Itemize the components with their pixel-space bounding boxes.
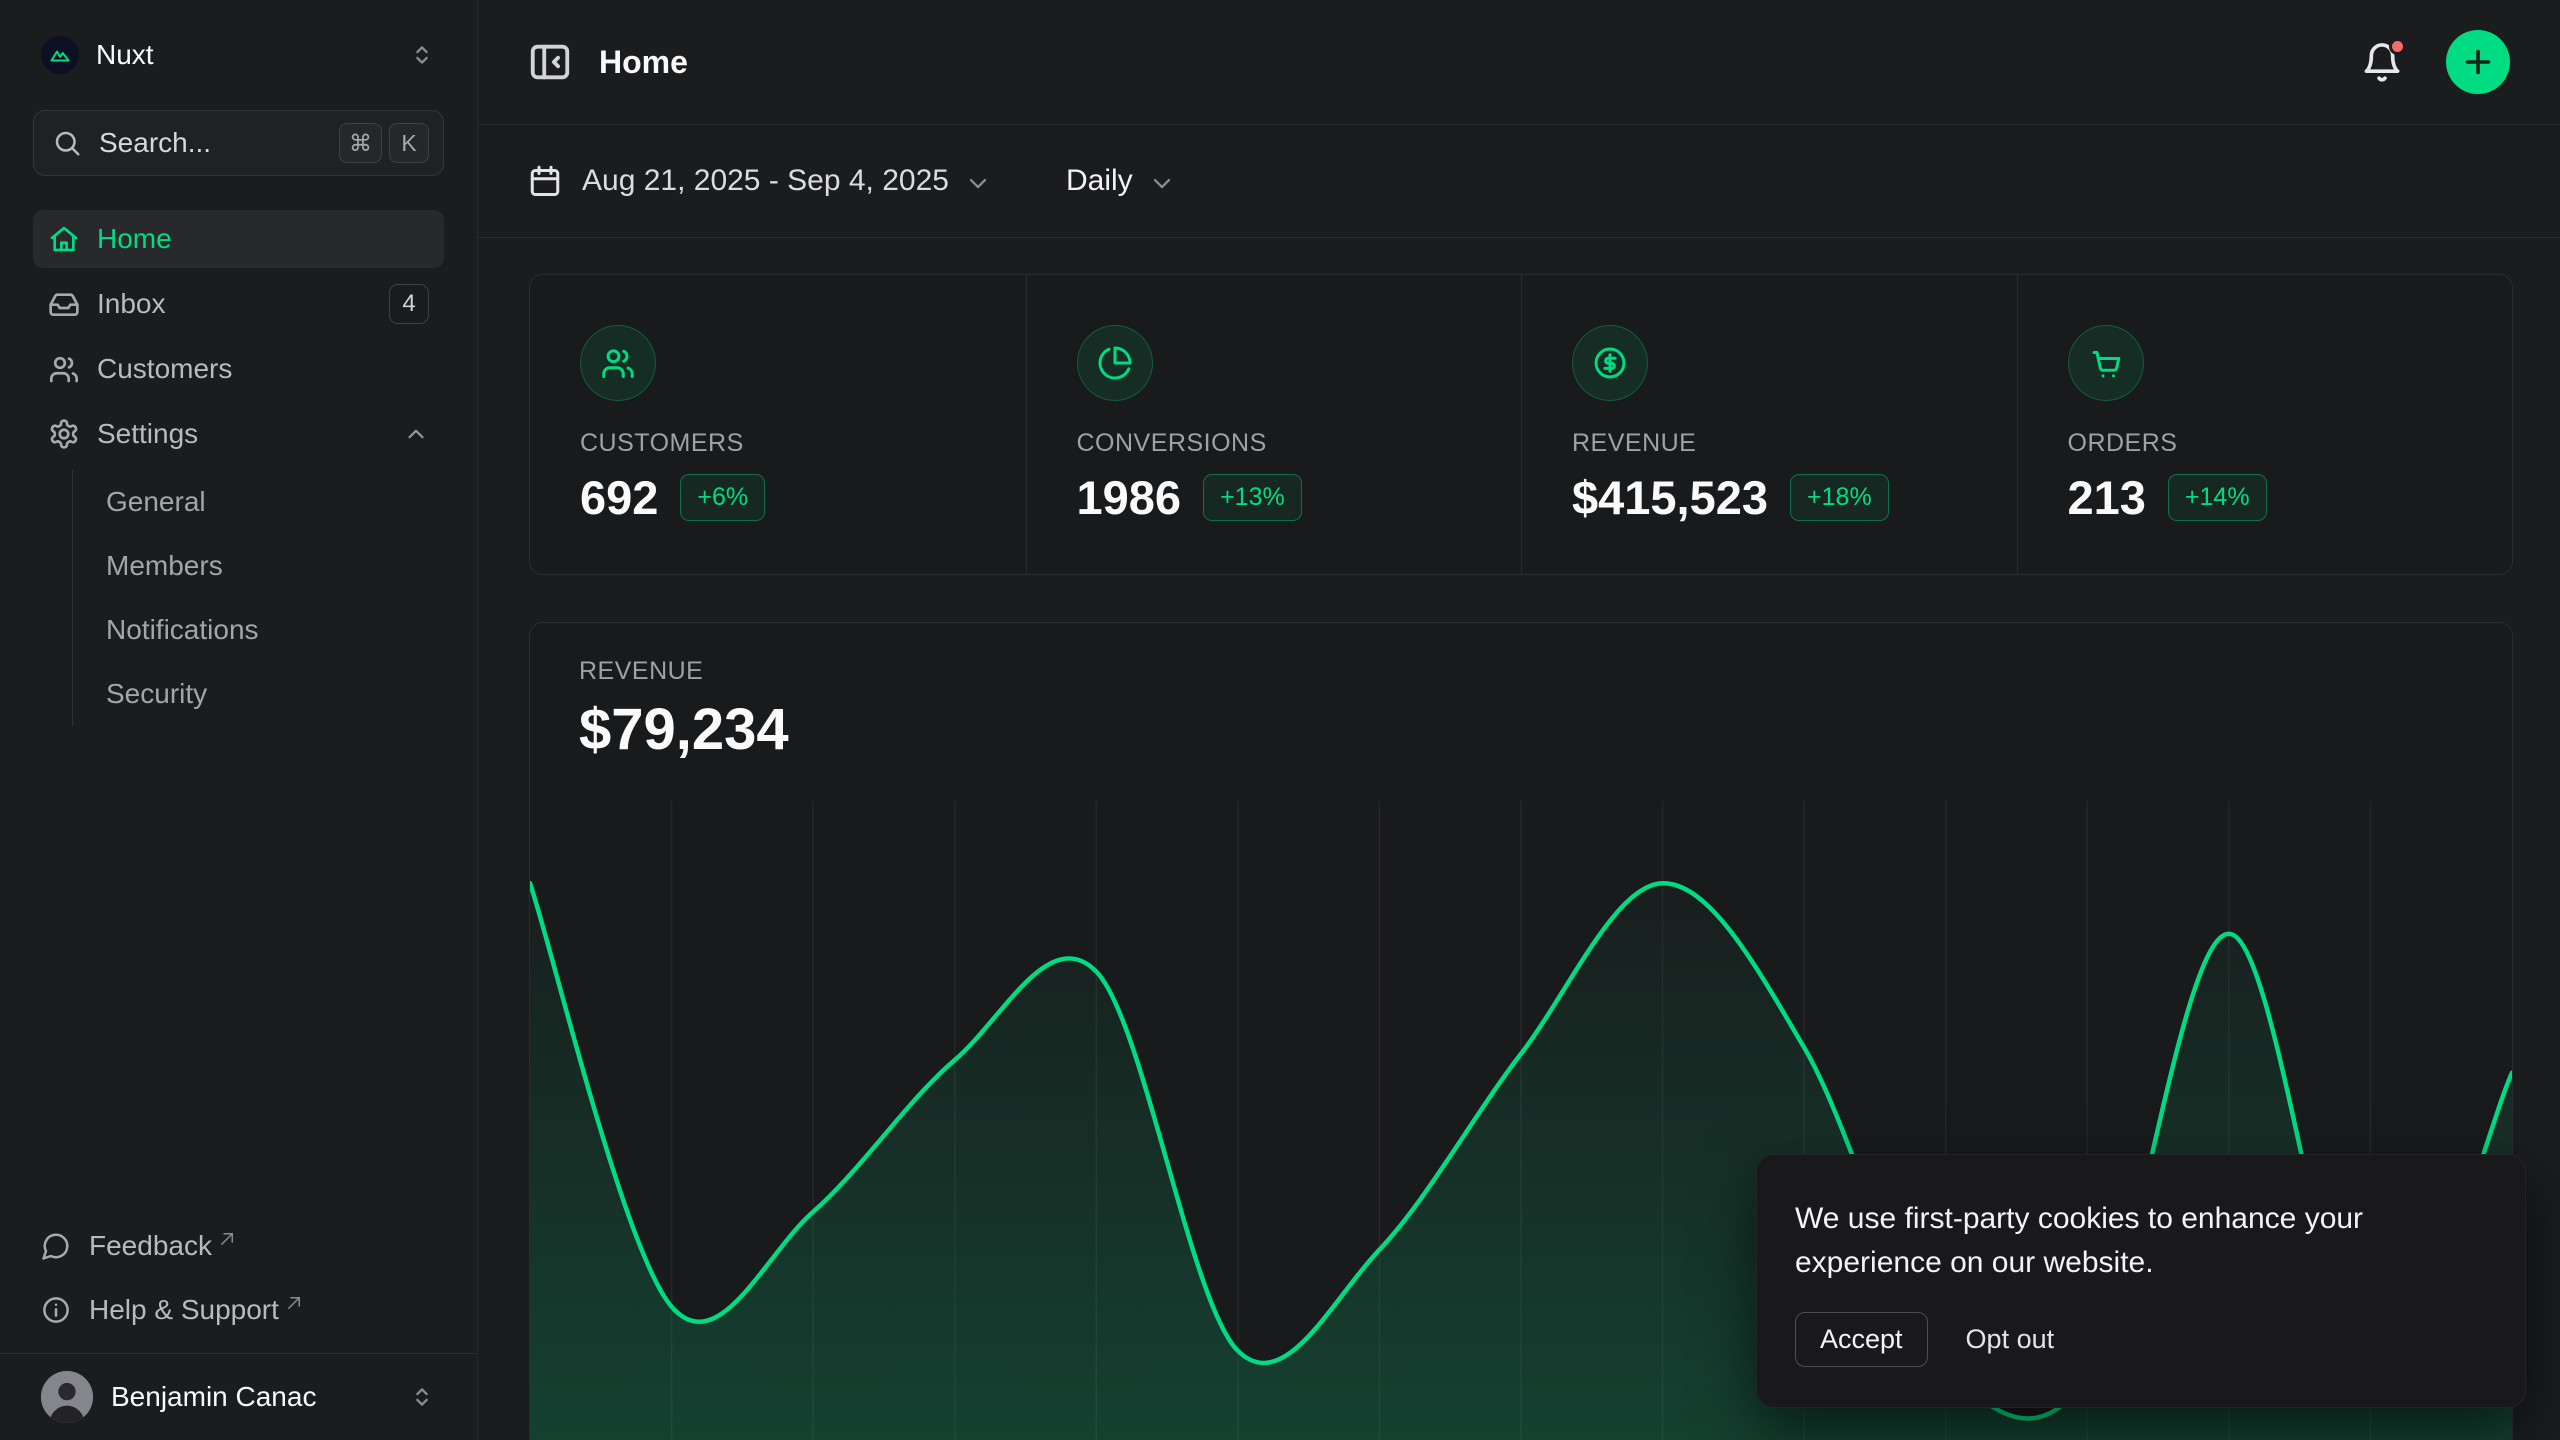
- inbox-icon: [48, 288, 80, 320]
- optout-cookies-button[interactable]: Opt out: [1966, 1324, 2055, 1355]
- user-name: Benjamin Canac: [111, 1381, 408, 1413]
- stat-value: 1986: [1077, 470, 1182, 525]
- search-icon: [52, 128, 82, 158]
- pie-chart-icon: [1077, 325, 1153, 401]
- collapse-sidebar-icon[interactable]: [527, 39, 573, 85]
- inbox-count-badge: 4: [389, 284, 429, 324]
- stat-delta-badge: +14%: [2168, 474, 2267, 521]
- cart-icon: [2068, 325, 2144, 401]
- chevron-up-icon: [403, 421, 429, 447]
- chevron-down-icon: [964, 169, 992, 197]
- stat-card-conversions[interactable]: CONVERSIONS 1986 +13%: [1026, 275, 1522, 574]
- search-input-wrap[interactable]: ⌘ K: [33, 110, 444, 176]
- date-range-value: Aug 21, 2025 - Sep 4, 2025: [582, 164, 949, 198]
- workspace-switcher[interactable]: Nuxt: [33, 22, 444, 88]
- stat-delta-badge: +18%: [1790, 474, 1889, 521]
- cookie-banner: We use first-party cookies to enhance yo…: [1756, 1154, 2526, 1408]
- stat-delta-badge: +6%: [680, 474, 765, 521]
- sidebar-subitem-notifications[interactable]: Notifications: [73, 598, 444, 662]
- sidebar-item-settings[interactable]: Settings: [33, 405, 444, 463]
- nuxt-logo-icon: [41, 36, 79, 74]
- stats-panel: CUSTOMERS 692 +6% CONVERSIONS 1986 +13%: [529, 274, 2513, 575]
- search-input[interactable]: [99, 127, 332, 159]
- feedback-label: Feedback: [89, 1230, 212, 1262]
- info-circle-icon: [41, 1295, 71, 1325]
- sidebar-item-label: Home: [97, 223, 429, 255]
- external-link-arrow-icon: [285, 1294, 303, 1312]
- user-menu[interactable]: Benjamin Canac: [33, 1354, 444, 1440]
- sidebar-item-label: Customers: [97, 353, 429, 385]
- home-icon: [48, 223, 80, 255]
- date-range-picker[interactable]: Aug 21, 2025 - Sep 4, 2025: [527, 163, 992, 199]
- external-link-arrow-icon: [218, 1230, 236, 1248]
- calendar-icon: [527, 163, 563, 199]
- users-icon: [580, 325, 656, 401]
- settings-sub-list: General Members Notifications Security: [72, 470, 444, 726]
- filters-toolbar: Aug 21, 2025 - Sep 4, 2025 Daily: [478, 125, 2560, 238]
- sidebar-item-label: Inbox: [97, 288, 389, 320]
- revenue-chart-value: $79,234: [579, 696, 2463, 763]
- circle-dollar-icon: [1572, 325, 1648, 401]
- gear-icon: [48, 418, 80, 450]
- sidebar-subitem-members[interactable]: Members: [73, 534, 444, 598]
- chat-bubble-icon: [41, 1231, 71, 1261]
- cmd-key-badge: ⌘: [339, 123, 382, 163]
- stat-delta-badge: +13%: [1203, 474, 1302, 521]
- help-support-link[interactable]: Help & Support: [33, 1281, 444, 1339]
- granularity-value: Daily: [1066, 164, 1133, 198]
- help-support-label: Help & Support: [89, 1294, 279, 1326]
- sidebar-nav: Home Inbox 4 Customers Settings Gen: [33, 210, 444, 726]
- stat-value: $415,523: [1572, 470, 1768, 525]
- stat-label: REVENUE: [1572, 429, 2017, 458]
- brand-name: Nuxt: [96, 39, 408, 71]
- stat-label: ORDERS: [2068, 429, 2513, 458]
- add-button[interactable]: [2446, 30, 2510, 94]
- stat-card-revenue[interactable]: REVENUE $415,523 +18%: [1521, 275, 2017, 574]
- stat-value: 692: [580, 470, 658, 525]
- page-header: Home: [478, 0, 2560, 125]
- cookie-message: We use first-party cookies to enhance yo…: [1795, 1197, 2481, 1284]
- page-title: Home: [599, 44, 2360, 81]
- sidebar-subitem-security[interactable]: Security: [73, 662, 444, 726]
- revenue-chart-label: REVENUE: [579, 657, 2463, 686]
- plus-icon: [2460, 44, 2496, 80]
- stat-card-orders[interactable]: ORDERS 213 +14%: [2017, 275, 2513, 574]
- sidebar-item-customers[interactable]: Customers: [33, 340, 444, 398]
- stat-card-customers[interactable]: CUSTOMERS 692 +6%: [530, 275, 1026, 574]
- feedback-link[interactable]: Feedback: [33, 1217, 444, 1275]
- sidebar: Nuxt ⌘ K Home Inbox 4 Customers: [0, 0, 478, 1440]
- sidebar-footer: Feedback Help & Support Benjamin Canac: [33, 1217, 444, 1440]
- chevrons-up-down-icon: [408, 1383, 436, 1411]
- chevrons-up-down-icon: [408, 41, 436, 69]
- main-area: Home Aug 21, 2025 - Sep 4, 2025 Daily: [478, 0, 2560, 1440]
- sidebar-item-home[interactable]: Home: [33, 210, 444, 268]
- chevron-down-icon: [1148, 169, 1176, 197]
- notification-dot: [2389, 38, 2406, 55]
- sidebar-subitem-general[interactable]: General: [73, 470, 444, 534]
- k-key-badge: K: [389, 123, 429, 163]
- sidebar-item-label: Settings: [97, 418, 403, 450]
- avatar: [41, 1371, 93, 1423]
- dashboard-content: CUSTOMERS 692 +6% CONVERSIONS 1986 +13%: [478, 238, 2560, 1440]
- stat-label: CONVERSIONS: [1077, 429, 1522, 458]
- granularity-select[interactable]: Daily: [1066, 164, 1176, 198]
- users-icon: [48, 353, 80, 385]
- accept-cookies-button[interactable]: Accept: [1795, 1312, 1928, 1367]
- notifications-button[interactable]: [2360, 40, 2404, 84]
- sidebar-item-inbox[interactable]: Inbox 4: [33, 275, 444, 333]
- stat-label: CUSTOMERS: [580, 429, 1026, 458]
- stat-value: 213: [2068, 470, 2146, 525]
